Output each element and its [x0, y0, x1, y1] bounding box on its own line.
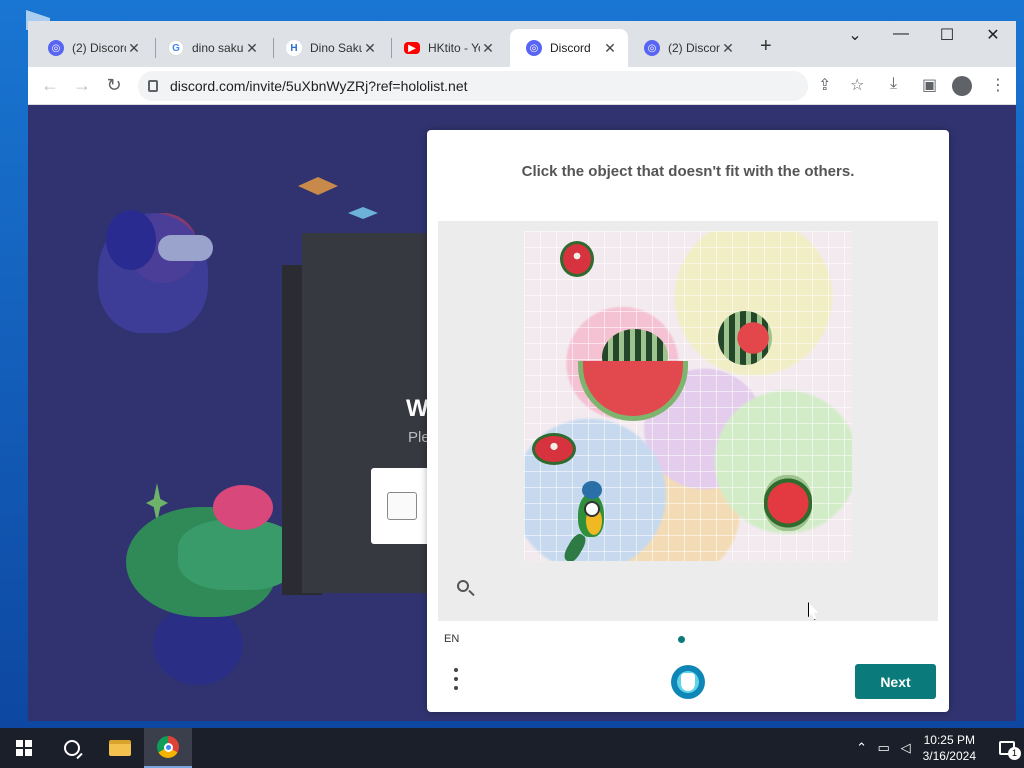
- more-options-icon[interactable]: [451, 668, 461, 696]
- side-panel-icon[interactable]: ▣: [922, 75, 937, 95]
- hcaptcha-challenge: Click the object that doesn't fit with t…: [427, 130, 949, 712]
- minimize-button[interactable]: —: [878, 25, 924, 43]
- discord-badge-icon: ◎: [48, 40, 64, 56]
- clock-date: 3/16/2024: [922, 749, 976, 763]
- selection-marker: [584, 501, 600, 517]
- chrome-taskbar-button[interactable]: [144, 728, 192, 768]
- new-tab-button[interactable]: +: [760, 35, 772, 58]
- discord-icon: ◎: [526, 40, 542, 56]
- dimmed-heading: W: [406, 395, 429, 422]
- illustration-monster-hair: [213, 485, 273, 530]
- share-icon[interactable]: ⇪: [818, 75, 831, 95]
- parrot-image[interactable]: [561, 481, 614, 561]
- notification-count: 1: [1008, 747, 1021, 760]
- watermelon-cup-image[interactable]: [764, 475, 812, 531]
- watermelon-half-image[interactable]: [532, 433, 576, 465]
- watermelon-cut-image[interactable]: [718, 311, 772, 365]
- zoom-magnifier-icon[interactable]: [456, 579, 476, 599]
- bookmark-star-icon[interactable]: ☆: [850, 75, 864, 95]
- maximize-button[interactable]: ☐: [924, 25, 970, 45]
- illustration-monster-head: [178, 520, 298, 590]
- search-icon: [64, 740, 80, 756]
- search-button[interactable]: [48, 728, 96, 768]
- tab-title: HKtito - YouTube: [428, 41, 480, 55]
- forward-arrow-icon[interactable]: →: [66, 75, 98, 96]
- clock-time: 10:25 PM: [923, 733, 975, 747]
- tab-discord-2[interactable]: ◎ (2) Discord ✕: [628, 29, 746, 67]
- tab-discord-1[interactable]: ◎ (2) Discord ✕: [32, 29, 152, 67]
- close-tab-icon[interactable]: ✕: [602, 40, 618, 57]
- tab-title: (2) Discord: [72, 41, 126, 55]
- watermelon-slice-image[interactable]: [560, 241, 594, 277]
- holodex-icon: H: [286, 40, 302, 56]
- challenge-image[interactable]: [524, 231, 852, 561]
- browser-toolbar: ← → ↻ discord.com/invite/5uXbnWyZRj?ref=…: [28, 67, 1016, 105]
- network-icon[interactable]: ▭: [873, 740, 895, 756]
- close-tab-icon[interactable]: ✕: [480, 40, 496, 57]
- start-button[interactable]: [0, 728, 48, 768]
- tab-youtube[interactable]: ▶ HKtito - YouTube ✕: [388, 29, 506, 67]
- back-arrow-icon[interactable]: ←: [34, 75, 66, 96]
- discord-badge-icon: ◎: [644, 40, 660, 56]
- close-tab-icon[interactable]: ✕: [244, 40, 260, 57]
- browser-window: ◎ (2) Discord ✕ G dino sakura ✕ H Dino S…: [28, 21, 1016, 721]
- clock[interactable]: 10:25 PM 3/16/2024: [923, 732, 976, 764]
- kebab-menu-icon[interactable]: ⋮: [990, 75, 1006, 95]
- tab-title: Dino Sakura: [310, 41, 362, 55]
- tab-title: Discord: [550, 41, 591, 55]
- hcaptcha-checkbox[interactable]: [387, 492, 417, 520]
- file-explorer-button[interactable]: [96, 728, 144, 768]
- download-icon[interactable]: ⤓: [890, 75, 897, 93]
- tab-holodex[interactable]: H Dino Sakura ✕: [270, 29, 388, 67]
- windows-logo-icon: [16, 740, 32, 756]
- language-selector[interactable]: EN: [444, 633, 459, 645]
- hcaptcha-logo-icon[interactable]: [671, 665, 705, 699]
- system-tray: ⌃ ▭ ◁ 10:25 PM 3/16/2024 1: [851, 728, 1024, 768]
- illustration-speech-bubble: [158, 235, 213, 261]
- reload-icon[interactable]: ↻: [98, 75, 130, 96]
- chrome-icon: [157, 736, 179, 758]
- profile-avatar[interactable]: [952, 76, 972, 96]
- page-content: W Ple Click the object that doesn't fit …: [28, 105, 1016, 721]
- tab-search-chevron-icon[interactable]: ⌄: [832, 25, 878, 45]
- tab-title: (2) Discord: [668, 41, 720, 55]
- lock-icon[interactable]: [148, 80, 158, 92]
- taskbar: ⌃ ▭ ◁ 10:25 PM 3/16/2024 1: [0, 728, 1024, 768]
- notification-center-button[interactable]: 1: [990, 741, 1024, 760]
- challenge-area: [438, 221, 938, 621]
- address-bar[interactable]: discord.com/invite/5uXbnWyZRj?ref=hololi…: [138, 71, 808, 101]
- url-text[interactable]: discord.com/invite/5uXbnWyZRj?ref=hololi…: [170, 78, 468, 94]
- volume-muted-icon[interactable]: ◁: [895, 740, 917, 756]
- youtube-icon: ▶: [404, 42, 420, 54]
- close-tab-icon[interactable]: ✕: [720, 40, 736, 57]
- next-button[interactable]: Next: [855, 664, 936, 699]
- illustration-shadow: [153, 605, 243, 685]
- challenge-prompt: Click the object that doesn't fit with t…: [521, 163, 855, 180]
- tab-google-search[interactable]: G dino sakura ✕: [152, 29, 270, 67]
- folder-icon: [109, 740, 131, 756]
- google-icon: G: [168, 40, 184, 56]
- close-window-button[interactable]: ✕: [970, 25, 1016, 45]
- tab-title: dino sakura: [192, 41, 244, 55]
- close-tab-icon[interactable]: ✕: [126, 40, 142, 57]
- tab-strip: ◎ (2) Discord ✕ G dino sakura ✕ H Dino S…: [28, 21, 1016, 67]
- illustration-character-head: [106, 210, 156, 270]
- progress-indicator: [678, 636, 685, 643]
- tab-discord-active[interactable]: ◎ Discord ✕: [510, 29, 628, 67]
- chevron-up-icon[interactable]: ⌃: [851, 740, 873, 756]
- close-tab-icon[interactable]: ✕: [362, 40, 378, 57]
